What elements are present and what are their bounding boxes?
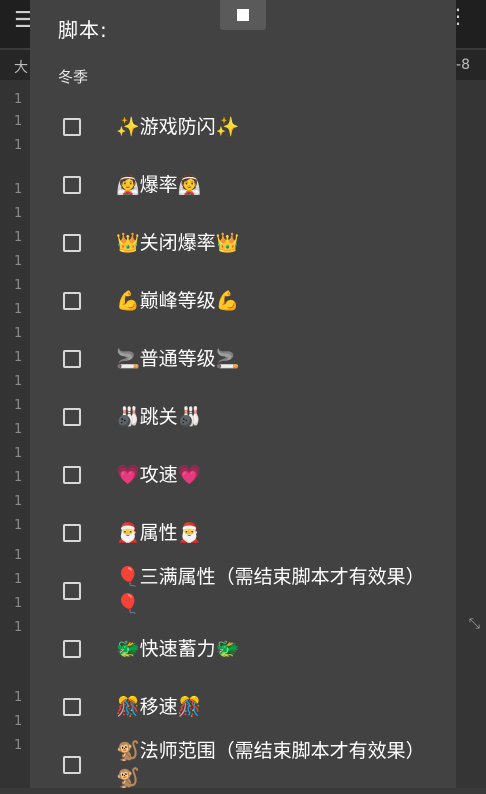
script-item-label: 👑关闭爆率👑 bbox=[116, 231, 240, 254]
background-line-number: 1 bbox=[14, 572, 23, 587]
checkbox[interactable] bbox=[63, 582, 81, 600]
background-line-number: 1 bbox=[14, 254, 23, 269]
script-item-label: 👰爆率👰 bbox=[116, 173, 202, 196]
checkbox[interactable] bbox=[63, 350, 81, 368]
background-line-number: 1 bbox=[14, 326, 23, 341]
checkbox[interactable] bbox=[63, 756, 81, 774]
background-line-number: 1 bbox=[14, 690, 23, 705]
checkbox[interactable] bbox=[63, 292, 81, 310]
background-line-number: 1 bbox=[14, 620, 23, 635]
script-item-label: 🎅属性🎅 bbox=[116, 521, 202, 544]
script-item-label: 🎳跳关🎳 bbox=[116, 405, 202, 428]
script-item[interactable]: 🎈三满属性（需结束脚本才有效果）🎈 bbox=[30, 562, 456, 620]
resize-handle-icon: ⤡ bbox=[468, 616, 480, 632]
stop-icon bbox=[237, 9, 249, 21]
background-line-number: 1 bbox=[14, 92, 23, 107]
script-list: ✨游戏防闪✨ 👰爆率👰 👑关闭爆率👑 💪巅峰等级💪 🚬普通等级🚬 🎳跳关🎳 💗攻… bbox=[30, 98, 456, 794]
background-line-number: 1 bbox=[14, 114, 23, 129]
script-item[interactable]: 🎳跳关🎳 bbox=[30, 388, 456, 446]
checkbox[interactable] bbox=[63, 234, 81, 252]
script-item[interactable]: 💪巅峰等级💪 bbox=[30, 272, 456, 330]
script-item-label: 💗攻速💗 bbox=[116, 463, 202, 486]
checkbox[interactable] bbox=[63, 698, 81, 716]
checkbox[interactable] bbox=[63, 118, 81, 136]
script-item[interactable]: 💗攻速💗 bbox=[30, 446, 456, 504]
background-line-number: 1 bbox=[14, 494, 23, 509]
background-line-number: 1 bbox=[14, 138, 23, 153]
background-line-number: 1 bbox=[14, 374, 23, 389]
script-item[interactable]: ✨游戏防闪✨ bbox=[30, 98, 456, 156]
background-sub-left-text: 大 bbox=[14, 60, 28, 76]
background-line-number: 1 bbox=[14, 350, 23, 365]
background-line-number: 1 bbox=[14, 714, 23, 729]
script-item[interactable]: 🚬普通等级🚬 bbox=[30, 330, 456, 388]
background-line-number: 1 bbox=[14, 206, 23, 221]
script-dialog: 脚本: 冬季 ✨游戏防闪✨ 👰爆率👰 👑关闭爆率👑 💪巅峰等级💪 🚬普通等级🚬 … bbox=[30, 0, 456, 789]
script-item[interactable]: 🎊移速🎊 bbox=[30, 678, 456, 736]
script-item-label: 🎊移速🎊 bbox=[116, 695, 202, 718]
script-item[interactable]: 👰爆率👰 bbox=[30, 156, 456, 214]
checkbox[interactable] bbox=[63, 176, 81, 194]
background-line-number: 1 bbox=[14, 230, 23, 245]
script-item[interactable]: 🎅属性🎅 bbox=[30, 504, 456, 562]
background-line-number: 1 bbox=[14, 518, 23, 533]
dialog-title: 脚本: bbox=[58, 18, 108, 42]
background-line-number: 1 bbox=[14, 278, 23, 293]
background-line-number: 1 bbox=[14, 596, 23, 611]
script-item[interactable]: 👑关闭爆率👑 bbox=[30, 214, 456, 272]
script-item-label: 🐒法师范围（需结束脚本才有效果）🐒 bbox=[116, 740, 425, 789]
script-item-label: 💪巅峰等级💪 bbox=[116, 289, 240, 312]
section-header: 冬季 bbox=[58, 68, 89, 86]
script-item-label: 🐲快速蓄力🐲 bbox=[116, 637, 240, 660]
checkbox[interactable] bbox=[63, 640, 81, 658]
script-item[interactable]: 🐒法师范围（需结束脚本才有效果）🐒 bbox=[30, 736, 456, 794]
background-right-column bbox=[456, 80, 486, 788]
background-line-number: 1 bbox=[14, 470, 23, 485]
background-line-number: 1 bbox=[14, 182, 23, 197]
script-item[interactable]: 🐲快速蓄力🐲 bbox=[30, 620, 456, 678]
stop-button[interactable] bbox=[220, 0, 266, 30]
checkbox[interactable] bbox=[63, 524, 81, 542]
checkbox[interactable] bbox=[63, 466, 81, 484]
script-item-label: 🎈三满属性（需结束脚本才有效果）🎈 bbox=[116, 566, 425, 615]
background-line-number: 1 bbox=[14, 422, 23, 437]
background-line-number: 1 bbox=[14, 446, 23, 461]
background-line-number: 1 bbox=[14, 548, 23, 563]
script-item-label: ✨游戏防闪✨ bbox=[116, 115, 240, 138]
background-line-number: 1 bbox=[14, 738, 23, 753]
checkbox[interactable] bbox=[63, 408, 81, 426]
background-line-number: 1 bbox=[14, 398, 23, 413]
background-sub-right-text: -8 bbox=[456, 57, 470, 73]
script-item-label: 🚬普通等级🚬 bbox=[116, 347, 240, 370]
background-line-number: 1 bbox=[14, 302, 23, 317]
